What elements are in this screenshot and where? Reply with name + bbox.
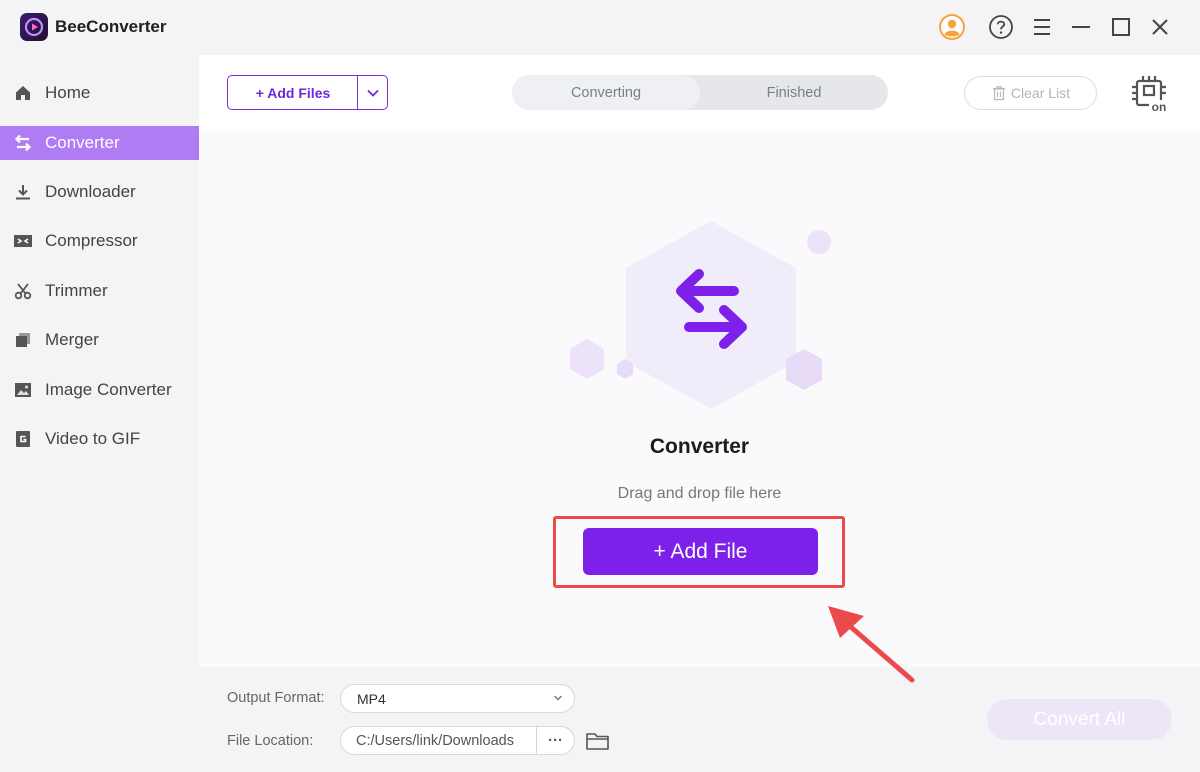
add-file-button[interactable]: + Add File: [583, 528, 818, 575]
bottom-bar: Output Format: MP4 File Location: C:/Use…: [199, 667, 1200, 772]
compressor-icon: [13, 231, 33, 251]
image-icon: [13, 380, 33, 400]
gif-icon: [13, 429, 33, 449]
output-format-value: MP4: [357, 691, 386, 707]
menu-icon[interactable]: [1028, 13, 1056, 41]
sidebar-item-label: Converter: [45, 133, 120, 152]
folder-icon[interactable]: [585, 729, 611, 753]
file-location-label: File Location:: [227, 733, 314, 749]
gpu-acceleration-icon[interactable]: on: [1129, 73, 1169, 114]
tab-converting[interactable]: Converting: [512, 75, 700, 110]
chevron-down-icon: [366, 89, 379, 97]
status-tabs: Converting Finished: [512, 75, 888, 110]
add-files-dropdown-button[interactable]: [357, 75, 388, 110]
merger-icon: [13, 330, 33, 350]
convert-all-button[interactable]: Convert All: [987, 699, 1172, 740]
file-location-value: C:/Users/link/Downloads: [356, 733, 514, 749]
sidebar-item-compressor[interactable]: Compressor: [0, 224, 199, 258]
app-logo-icon: [20, 13, 48, 41]
toolbar: + Add Files Converting Finished Clear Li…: [199, 55, 1200, 129]
title-bar: BeeConverter: [0, 0, 1200, 55]
sidebar-item-merger[interactable]: Merger: [0, 323, 199, 357]
sidebar-item-label: Trimmer: [45, 281, 108, 300]
sidebar-item-image-converter[interactable]: Image Converter: [0, 373, 199, 407]
add-files-button[interactable]: + Add Files: [227, 75, 359, 110]
app-title: BeeConverter: [55, 17, 167, 36]
maximize-icon[interactable]: [1107, 13, 1135, 41]
sidebar: Home Converter Downloader Compressor Tri…: [0, 55, 199, 772]
tab-finished[interactable]: Finished: [700, 75, 888, 110]
gpu-label: on: [1152, 100, 1167, 113]
sidebar-item-label: Video to GIF: [45, 429, 141, 448]
sidebar-item-video-to-gif[interactable]: Video to GIF: [0, 422, 199, 456]
sidebar-item-label: Image Converter: [45, 380, 172, 399]
clear-list-label: Clear List: [1010, 85, 1071, 101]
sidebar-item-label: Merger: [45, 330, 99, 349]
account-icon[interactable]: [938, 13, 966, 41]
home-icon: [13, 83, 33, 103]
trash-icon: [992, 86, 1005, 101]
converter-illustration-icon: [570, 221, 831, 409]
minimize-icon[interactable]: [1067, 13, 1095, 41]
help-icon[interactable]: [987, 13, 1015, 41]
sidebar-item-home[interactable]: Home: [0, 76, 199, 110]
clear-list-button[interactable]: Clear List: [964, 76, 1097, 110]
sidebar-item-label: Compressor: [45, 231, 138, 250]
drop-zone-subtitle: Drag and drop file here: [617, 485, 782, 502]
converter-icon: [13, 133, 33, 153]
sidebar-item-converter[interactable]: Converter: [0, 126, 199, 160]
sidebar-item-trimmer[interactable]: Trimmer: [0, 274, 199, 308]
scissors-icon: [13, 281, 33, 301]
drop-zone[interactable]: Converter Drag and drop file here + Add …: [199, 129, 1200, 667]
sidebar-item-label: Home: [45, 83, 91, 102]
close-icon[interactable]: [1146, 13, 1174, 41]
drop-zone-title: Converter: [649, 435, 750, 458]
browse-more-button[interactable]: ···: [536, 727, 574, 754]
output-format-label: Output Format:: [227, 690, 325, 706]
file-location-field[interactable]: C:/Users/link/Downloads ···: [340, 726, 575, 755]
sidebar-item-downloader[interactable]: Downloader: [0, 175, 199, 209]
annotation-arrow-icon: [828, 606, 915, 683]
download-icon: [13, 182, 33, 202]
chevron-down-icon: [554, 695, 562, 701]
sidebar-item-label: Downloader: [45, 182, 136, 201]
output-format-select[interactable]: MP4: [340, 684, 575, 713]
main-panel: + Add Files Converting Finished Clear Li…: [199, 55, 1200, 772]
